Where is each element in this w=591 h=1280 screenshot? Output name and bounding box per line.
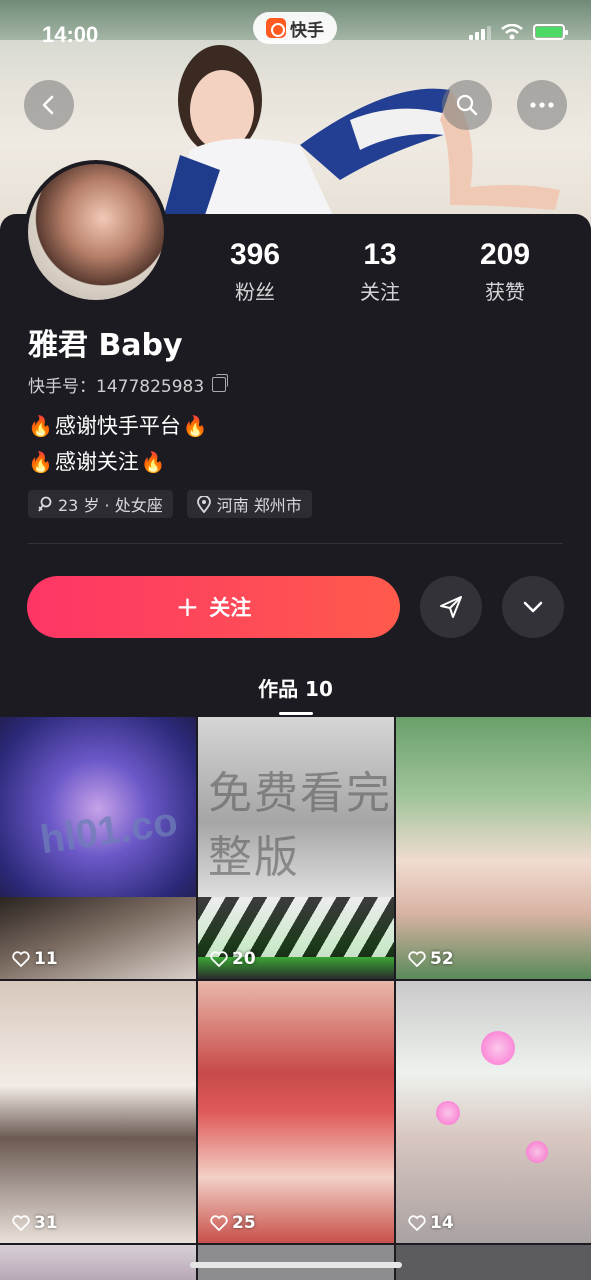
heart-icon xyxy=(408,951,426,967)
back-button[interactable] xyxy=(24,80,74,130)
follow-button[interactable]: + 关注 xyxy=(27,576,400,638)
app-badge[interactable]: 快手 xyxy=(253,12,337,44)
send-icon xyxy=(440,596,462,618)
tag-location: 河南 郑州市 xyxy=(186,490,312,518)
status-icons xyxy=(469,24,568,40)
bio-text: 感谢快手平台 xyxy=(54,414,181,438)
heart-icon xyxy=(210,951,228,967)
tag-age-text: 23 岁 · 处女座 xyxy=(58,496,163,515)
like-count: 20 xyxy=(210,949,256,969)
stat-likes[interactable]: 209 获赞 xyxy=(445,238,565,305)
stat-following[interactable]: 13 关注 xyxy=(320,238,440,305)
more-button[interactable] xyxy=(517,80,567,130)
like-count-value: 25 xyxy=(232,1213,256,1233)
follow-button-label: 关注 xyxy=(209,596,252,620)
battery-charging-icon xyxy=(533,24,568,40)
heart-bubble-decoration xyxy=(481,1031,515,1065)
wifi-icon xyxy=(501,24,523,40)
heart-bubble-decoration xyxy=(436,1101,460,1125)
kuaishou-id-row: 快手号：1477825983 xyxy=(28,372,229,397)
like-count-value: 31 xyxy=(34,1213,58,1233)
work-item[interactable]: 52 xyxy=(396,717,591,979)
app-badge-label: 快手 xyxy=(290,20,324,41)
location-pin-icon xyxy=(196,495,211,513)
stat-following-label: 关注 xyxy=(360,280,400,304)
work-item[interactable] xyxy=(0,1245,196,1280)
like-count: 14 xyxy=(408,1213,454,1233)
tab-underline xyxy=(279,712,313,715)
fire-icon: 🔥 xyxy=(28,450,53,474)
bio-text: 感谢关注 xyxy=(54,450,139,474)
tag-age: 23 岁 · 处女座 xyxy=(28,490,173,518)
tab-works[interactable]: 作品 10 xyxy=(0,673,591,702)
work-item[interactable]: 免费看完整版 20 xyxy=(198,717,394,979)
like-count-value: 14 xyxy=(430,1213,454,1233)
heart-icon xyxy=(12,951,30,967)
share-button[interactable] xyxy=(420,576,482,638)
gender-female-icon xyxy=(38,496,52,512)
stat-likes-label: 获赞 xyxy=(485,280,525,304)
divider xyxy=(28,543,563,544)
kuaishou-id-value: 1477825983 xyxy=(96,377,205,397)
like-count: 25 xyxy=(210,1213,256,1233)
status-bar: 14:00 快手 xyxy=(0,0,591,70)
heart-icon xyxy=(12,1215,30,1231)
profile-tags: 23 岁 · 处女座 河南 郑州市 xyxy=(28,490,312,518)
status-time: 14:00 xyxy=(42,22,99,47)
like-count: 52 xyxy=(408,949,454,969)
plus-icon: + xyxy=(175,590,200,623)
heart-bubble-decoration xyxy=(526,1141,548,1163)
like-count-value: 11 xyxy=(34,949,58,969)
avatar[interactable] xyxy=(24,160,168,304)
fire-icon: 🔥 xyxy=(140,450,166,474)
stat-following-value: 13 xyxy=(363,238,397,271)
heart-icon xyxy=(408,1215,426,1231)
copy-icon[interactable] xyxy=(212,374,229,392)
work-item[interactable]: 31 xyxy=(0,981,196,1243)
stat-fans[interactable]: 396 粉丝 xyxy=(195,238,315,305)
expand-button[interactable] xyxy=(502,576,564,638)
fire-icon: 🔥 xyxy=(28,414,53,438)
work-item[interactable] xyxy=(396,1245,591,1280)
heart-icon xyxy=(210,1215,228,1231)
work-thumbnail xyxy=(198,897,394,957)
like-count-value: 20 xyxy=(232,949,256,969)
watermark: 免费看完整版 xyxy=(208,768,392,883)
work-item[interactable]: 14 xyxy=(396,981,591,1243)
profile-bio: 🔥 感谢快手平台 🔥 🔥 感谢关注 🔥 xyxy=(28,408,208,480)
profile-stats: 396 粉丝 13 关注 209 获赞 xyxy=(195,238,565,305)
chevron-down-icon xyxy=(523,601,543,613)
bio-line: 🔥 感谢关注 🔥 xyxy=(28,444,208,480)
bio-line: 🔥 感谢快手平台 🔥 xyxy=(28,408,208,444)
like-count-value: 52 xyxy=(430,949,454,969)
chevron-left-icon xyxy=(42,95,54,115)
search-icon xyxy=(456,94,478,116)
stat-fans-label: 粉丝 xyxy=(235,280,275,304)
work-item[interactable]: hl01.co 11 xyxy=(0,717,196,979)
stat-likes-value: 209 xyxy=(479,238,531,271)
kuaishou-logo-icon xyxy=(266,18,286,38)
profile-name: 雅君 Baby xyxy=(28,328,183,363)
watermark: hl01.co xyxy=(37,799,181,863)
like-count: 31 xyxy=(12,1213,58,1233)
tag-location-text: 河南 郑州市 xyxy=(216,496,302,515)
more-horizontal-icon xyxy=(530,102,554,108)
work-item[interactable]: 25 xyxy=(198,981,394,1243)
kuaishou-id-label: 快手号： xyxy=(28,377,96,397)
search-button[interactable] xyxy=(442,80,492,130)
signal-icon xyxy=(469,24,491,40)
home-indicator xyxy=(190,1262,402,1268)
fire-icon: 🔥 xyxy=(182,414,208,438)
like-count: 11 xyxy=(12,949,58,969)
stat-fans-value: 396 xyxy=(229,238,281,271)
